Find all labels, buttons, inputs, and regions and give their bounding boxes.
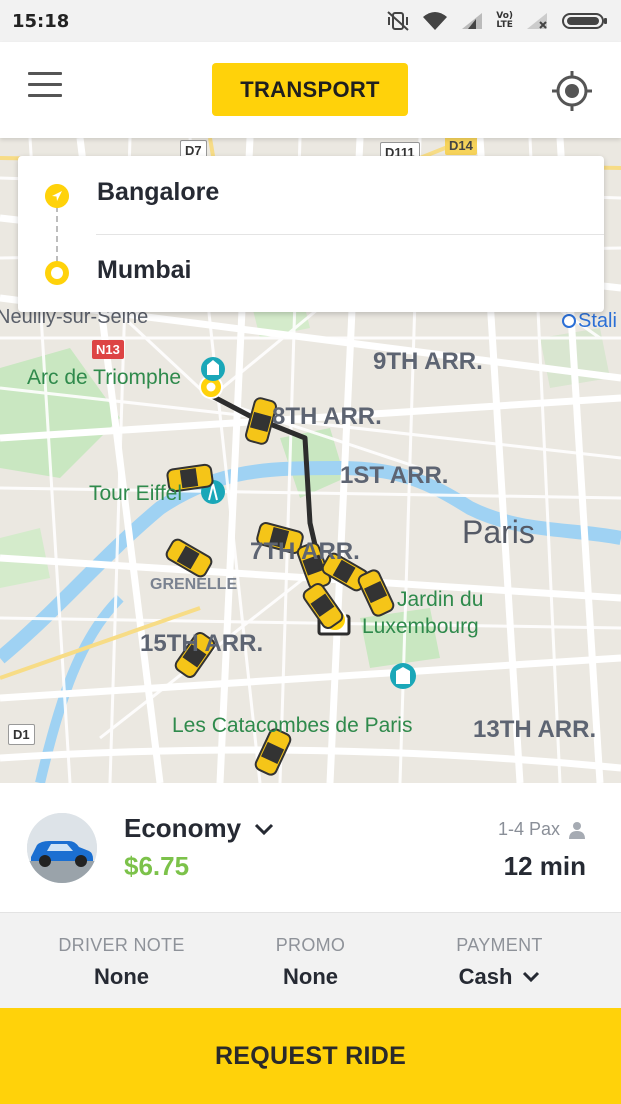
label-stalingrad: Stali bbox=[578, 310, 617, 332]
destination-field[interactable]: Mumbai bbox=[18, 234, 604, 312]
status-icons: Vo) LTE bbox=[386, 10, 609, 32]
label-catacombes: Les Catacombes de Paris bbox=[172, 714, 413, 737]
origin-field[interactable]: Bangalore bbox=[18, 156, 604, 234]
road-badge-d1: D1 bbox=[8, 724, 35, 745]
request-ride-button[interactable]: REQUEST RIDE bbox=[0, 1008, 621, 1104]
menu-icon[interactable] bbox=[28, 72, 68, 108]
signal-off-icon bbox=[527, 13, 547, 29]
navigation-arrow-icon bbox=[45, 184, 69, 208]
label-grenelle: GRENELLE bbox=[150, 576, 238, 593]
promo-option[interactable]: PROMO None bbox=[207, 913, 414, 1009]
museum-marker-icon bbox=[390, 663, 416, 689]
label-13th-arr: 13TH ARR. bbox=[473, 716, 597, 743]
label-paris: Paris bbox=[462, 514, 535, 550]
payment-value: Cash bbox=[458, 964, 513, 989]
lte-label: LTE bbox=[496, 20, 513, 30]
route-card: Bangalore Mumbai bbox=[18, 156, 604, 312]
monument-marker-icon bbox=[201, 357, 225, 381]
signal-icon bbox=[462, 13, 483, 29]
wifi-icon bbox=[423, 12, 448, 30]
ride-eta: 12 min bbox=[503, 851, 586, 881]
origin-text: Bangalore bbox=[97, 178, 220, 206]
driver-note-option[interactable]: DRIVER NOTE None bbox=[18, 913, 225, 1009]
transport-button[interactable]: TRANSPORT bbox=[212, 63, 408, 116]
payment-value-group: Cash bbox=[459, 964, 541, 990]
label-tour-eiffel: Tour Eiffel bbox=[89, 482, 182, 505]
driver-note-value: None bbox=[94, 964, 149, 989]
destination-dot-icon bbox=[45, 261, 69, 285]
ride-type-label: Economy bbox=[124, 813, 242, 843]
gps-target-icon[interactable] bbox=[550, 69, 594, 113]
person-icon bbox=[569, 821, 585, 839]
ride-price: $6.75 bbox=[124, 851, 190, 881]
chevron-down-icon bbox=[254, 823, 274, 835]
label-jardin-line1: Jardin du bbox=[397, 588, 484, 611]
road-badge-n13: N13 bbox=[92, 340, 124, 359]
passenger-capacity-text: 1-4 Pax bbox=[497, 819, 560, 839]
label-15th-arr: 15TH ARR. bbox=[140, 630, 264, 657]
passenger-capacity: 1-4 Pax bbox=[498, 819, 586, 840]
label-7th-arr: 7TH ARR. bbox=[250, 538, 360, 565]
lte-badge: Vo) LTE bbox=[496, 12, 513, 30]
payment-option[interactable]: PAYMENT Cash bbox=[396, 913, 603, 1009]
label-jardin-line2: Luxembourg bbox=[362, 615, 479, 638]
vibrate-off-icon bbox=[387, 11, 409, 31]
destination-text: Mumbai bbox=[97, 256, 192, 284]
label-1st-arr: 1ST ARR. bbox=[340, 462, 449, 489]
label-9th-arr: 9TH ARR. bbox=[373, 348, 483, 375]
payment-label: PAYMENT bbox=[456, 935, 543, 955]
car-icon[interactable] bbox=[27, 813, 97, 883]
ride-options: DRIVER NOTE None PROMO None PAYMENT Cash bbox=[0, 912, 621, 1008]
ride-type-selector[interactable]: Economy bbox=[124, 813, 275, 844]
driver-note-label: DRIVER NOTE bbox=[58, 935, 185, 955]
ride-panel: Economy $6.75 1-4 Pax 12 min bbox=[0, 783, 621, 912]
label-8th-arr: 8TH ARR. bbox=[272, 403, 382, 430]
status-bar: 15:18 Vo) LTE bbox=[0, 0, 621, 42]
metro-icon bbox=[562, 314, 576, 328]
status-time: 15:18 bbox=[12, 10, 70, 32]
promo-label: PROMO bbox=[275, 935, 346, 955]
app-header: TRANSPORT bbox=[0, 42, 621, 138]
taxi-icon bbox=[357, 569, 395, 617]
road-badge-d14: D14 bbox=[445, 138, 477, 155]
battery-icon bbox=[562, 13, 607, 29]
label-arc-de-triomphe: Arc de Triomphe bbox=[27, 366, 182, 389]
chevron-down-icon bbox=[523, 971, 540, 983]
promo-value: None bbox=[283, 964, 338, 989]
